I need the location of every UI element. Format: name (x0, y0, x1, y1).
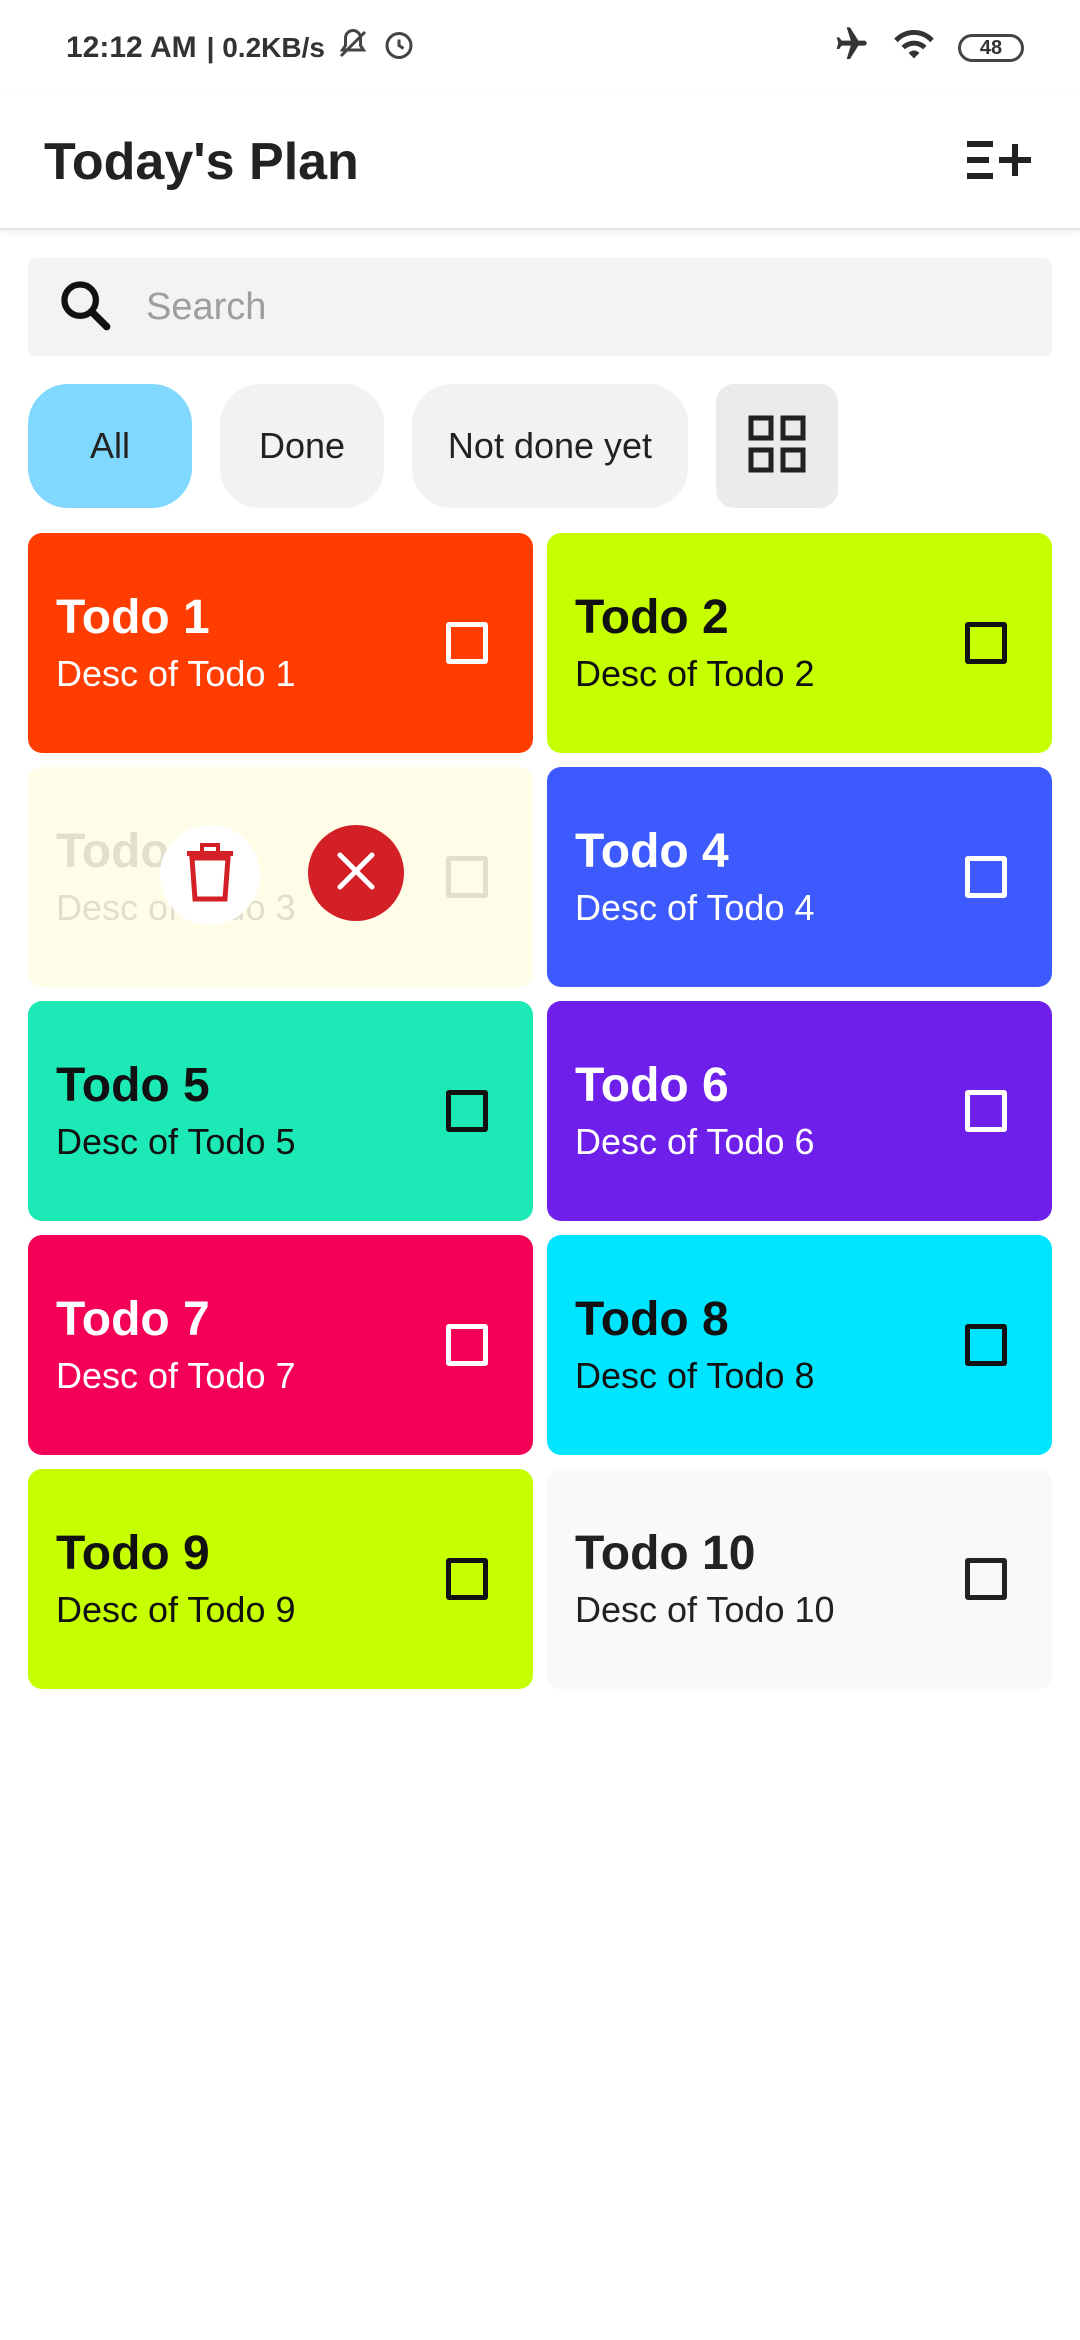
todo-desc: Desc of Todo 5 (56, 1121, 296, 1162)
filter-chip-not-done[interactable]: Not done yet (412, 384, 688, 508)
todo-title: Todo 6 (575, 1059, 729, 1112)
trash-icon (183, 842, 237, 908)
todo-desc: Desc of Todo 8 (575, 1355, 815, 1396)
battery-icon: 48 (958, 34, 1024, 62)
todo-checkbox[interactable] (965, 622, 1007, 664)
todo-card-selected[interactable]: Todo 3Desc of Todo 3 (28, 767, 533, 987)
todo-checkbox[interactable] (446, 1558, 488, 1600)
network-speed: | 0.2KB/s (206, 32, 325, 63)
todo-desc: Desc of Todo 4 (575, 887, 815, 928)
airplane-icon (830, 24, 870, 72)
app-bar: Today's Plan (0, 96, 1080, 230)
todo-title: Todo 7 (56, 1293, 210, 1346)
todo-title: Todo 2 (575, 591, 729, 644)
todo-card[interactable]: Todo 8 Desc of Todo 8 (547, 1235, 1052, 1455)
todo-checkbox[interactable] (965, 1090, 1007, 1132)
todo-desc: Desc of Todo 7 (56, 1355, 296, 1396)
todo-desc: Desc of Todo 2 (575, 653, 815, 694)
todo-title: Todo 4 (575, 825, 729, 878)
alarm-icon (381, 26, 417, 70)
todo-card[interactable]: Todo 6 Desc of Todo 6 (547, 1001, 1052, 1221)
todo-card[interactable]: Todo 4 Desc of Todo 4 (547, 767, 1052, 987)
playlist-add-icon (965, 135, 1035, 190)
todo-card[interactable]: Todo 9 Desc of Todo 9 (28, 1469, 533, 1689)
todo-checkbox[interactable] (965, 1558, 1007, 1600)
todo-checkbox[interactable] (446, 1324, 488, 1366)
todo-title: Todo 1 (56, 591, 210, 644)
todo-card[interactable]: Todo 10 Desc of Todo 10 (547, 1469, 1052, 1689)
todo-checkbox[interactable] (446, 856, 488, 898)
mute-bell-icon (335, 26, 371, 70)
todo-desc: Desc of Todo 6 (575, 1121, 815, 1162)
page-title: Today's Plan (44, 133, 359, 191)
chip-label: All (89, 425, 130, 466)
cancel-selection-button[interactable] (308, 825, 404, 921)
todo-card[interactable]: Todo 1 Desc of Todo 1 (28, 533, 533, 753)
filter-bar: All Done Not done yet (28, 384, 838, 508)
wifi-icon (892, 26, 936, 70)
delete-button[interactable] (160, 825, 260, 925)
todo-desc: Desc of Todo 9 (56, 1589, 296, 1630)
todo-card[interactable]: Todo 7 Desc of Todo 7 (28, 1235, 533, 1455)
todo-title: Todo 10 (575, 1527, 756, 1580)
filter-chip-all[interactable]: All (28, 384, 192, 508)
status-bar: 12:12 AM | 0.2KB/s 48 (0, 0, 1080, 96)
todo-desc: Desc of Todo 10 (575, 1589, 835, 1630)
chip-label: Done (258, 425, 346, 466)
status-time: 12:12 AM (66, 31, 197, 64)
todo-title: Todo 9 (56, 1527, 210, 1580)
view-toggle-button[interactable] (716, 384, 838, 508)
todo-title: Todo 5 (56, 1059, 210, 1112)
filter-chip-done[interactable]: Done (220, 384, 384, 508)
todo-checkbox[interactable] (965, 1324, 1007, 1366)
todo-checkbox[interactable] (965, 856, 1007, 898)
todo-checkbox[interactable] (446, 622, 488, 664)
grid-view-icon (747, 414, 807, 479)
close-icon (334, 849, 378, 898)
todo-checkbox[interactable] (446, 1090, 488, 1132)
todo-card[interactable]: Todo 2 Desc of Todo 2 (547, 533, 1052, 753)
search-input[interactable] (144, 284, 948, 330)
todo-card[interactable]: Todo 5 Desc of Todo 5 (28, 1001, 533, 1221)
chip-label: Not done yet (447, 425, 653, 466)
playlist-add-button[interactable] (960, 122, 1040, 202)
todo-title: Todo 8 (575, 1293, 729, 1346)
todo-desc: Desc of Todo 1 (56, 653, 296, 694)
search-icon (56, 276, 114, 339)
search-bar[interactable] (28, 258, 1052, 356)
